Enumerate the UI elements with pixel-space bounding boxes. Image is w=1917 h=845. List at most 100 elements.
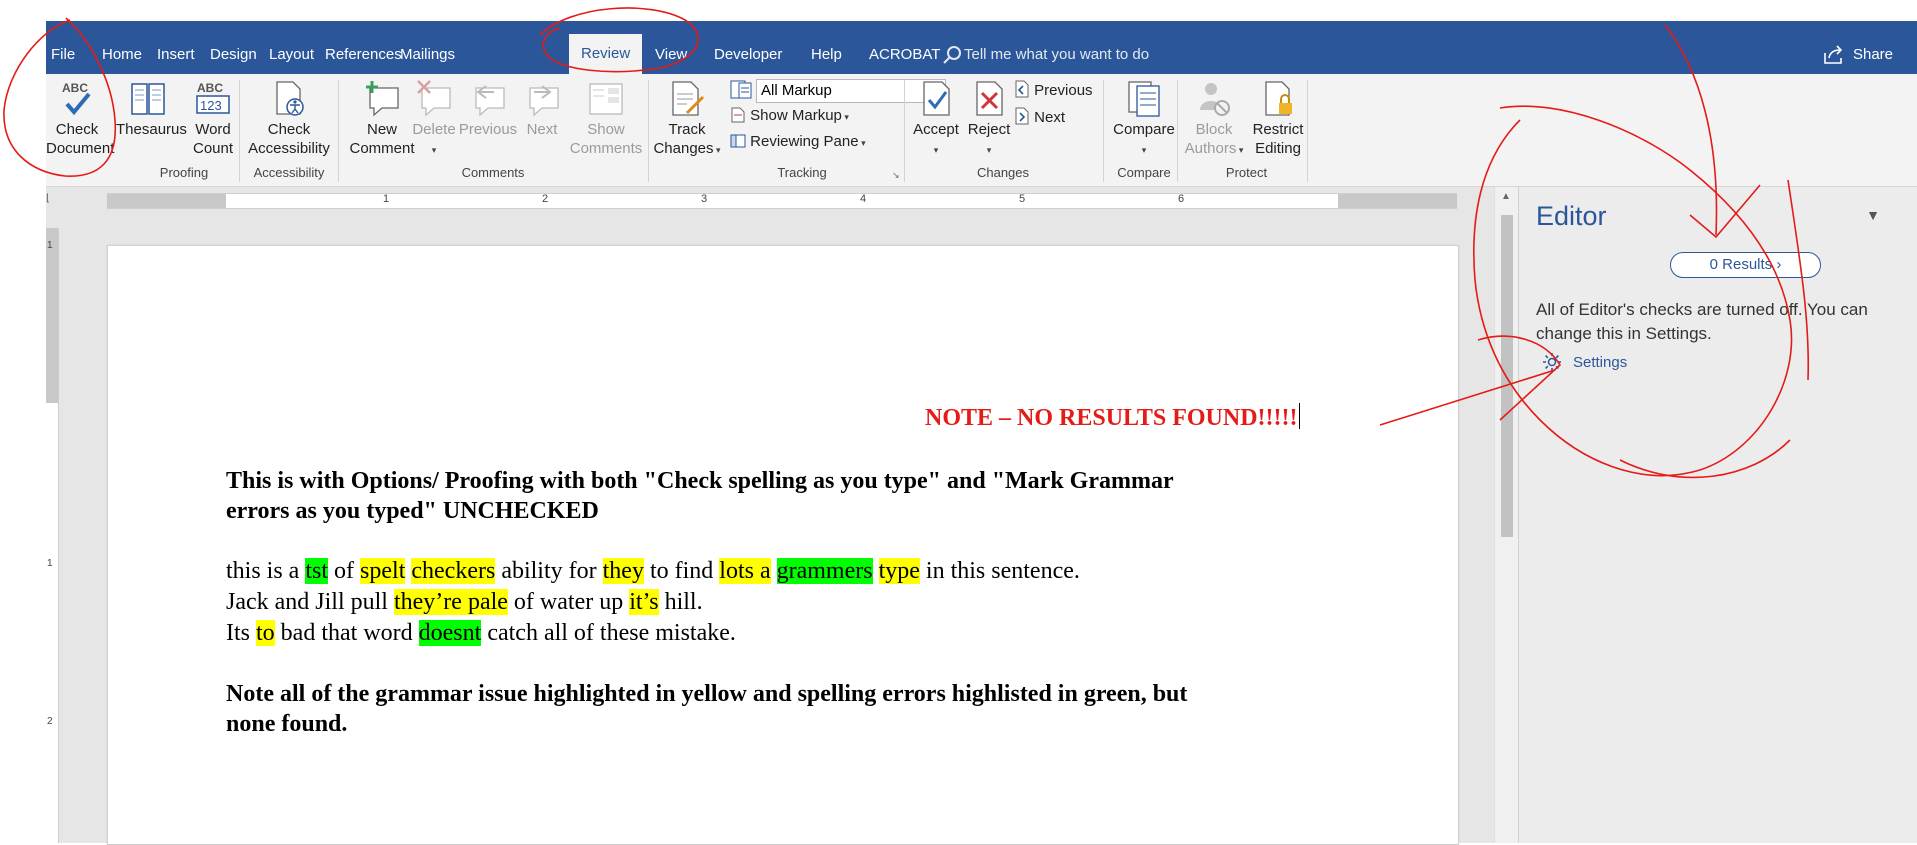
group-separator xyxy=(904,80,905,182)
previous-change-label: Previous xyxy=(1034,82,1093,99)
paragraph-3-line-2: none found. xyxy=(226,711,348,737)
chevron-down-icon: ▾ xyxy=(858,138,866,148)
restrict-editing-button[interactable]: Restrict Editing xyxy=(1246,80,1310,158)
vertical-scrollbar[interactable]: ▲ xyxy=(1494,187,1519,843)
text-run: to find xyxy=(643,558,720,584)
share-button[interactable]: Share xyxy=(1824,21,1893,74)
scroll-up-icon[interactable]: ▲ xyxy=(1501,191,1511,202)
scrollbar-thumb[interactable] xyxy=(1501,215,1513,537)
tab-mailings[interactable]: Mailings xyxy=(400,21,455,74)
editor-title: Editor xyxy=(1536,201,1607,231)
chevron-down-icon: ▾ xyxy=(933,145,939,155)
chevron-down-icon: ▾ xyxy=(986,145,992,155)
ruler-number: 2 xyxy=(542,193,549,205)
restrict-editing-icon xyxy=(1265,81,1292,116)
group-protect-label: Protect xyxy=(1225,165,1268,180)
ruler-number: 5 xyxy=(1019,193,1026,205)
text-run: bad that word xyxy=(274,620,419,646)
tab-acrobat[interactable]: ACROBAT xyxy=(869,21,940,74)
reject-button[interactable]: Reject ▾ xyxy=(962,80,1016,160)
display-for-review-icon xyxy=(730,80,752,99)
chevron-down-icon: ▾ xyxy=(1236,145,1244,155)
tab-review[interactable]: Review xyxy=(569,34,643,74)
word-count-button[interactable]: ABC 123 Word Count xyxy=(184,80,242,158)
show-comments-button[interactable]: Show Comments xyxy=(568,80,644,158)
pane-options-chevron-icon[interactable]: ▼ xyxy=(1866,207,1880,223)
text-run: in this sentence. xyxy=(919,558,1080,584)
sentence-line-2: Jack and Jill pull they’re pale of water… xyxy=(226,587,703,618)
spelling-highlight: grammers xyxy=(776,558,873,584)
tab-design[interactable]: Design xyxy=(210,21,257,74)
block-authors-line2: Authors xyxy=(1184,140,1237,157)
next-change-icon xyxy=(1015,107,1029,125)
gear-icon[interactable] xyxy=(1541,351,1563,373)
editor-pane: Editor ▼ 0 Results › All of Editor's che… xyxy=(1518,187,1917,843)
previous-change-button[interactable]: Previous xyxy=(1014,80,1093,101)
document-page[interactable] xyxy=(107,245,1459,845)
tab-developer[interactable]: Developer xyxy=(714,21,782,74)
next-comment-button[interactable]: Next xyxy=(516,80,568,139)
grammar-highlight: checkers xyxy=(411,558,496,584)
chevron-down-icon: ▾ xyxy=(1141,145,1147,155)
share-label: Share xyxy=(1852,46,1893,63)
delete-comment-icon xyxy=(417,80,451,117)
reviewing-pane-button[interactable]: Reviewing Pane ▾ xyxy=(730,132,866,153)
grammar-highlight: it’s xyxy=(629,589,659,615)
accessibility-icon xyxy=(276,81,304,116)
tab-home[interactable]: Home xyxy=(102,21,142,74)
check-accessibility-button[interactable]: Check Accessibility xyxy=(244,80,334,158)
tab-selector[interactable]: ⌊ xyxy=(46,193,58,207)
accept-button[interactable]: Accept ▾ xyxy=(908,80,964,160)
block-authors-icon xyxy=(1200,83,1230,116)
accept-label: Accept xyxy=(913,121,959,138)
tab-insert[interactable]: Insert xyxy=(157,21,195,74)
group-changes-label: Changes xyxy=(976,165,1030,180)
track-changes-button[interactable]: Track Changes ▾ xyxy=(652,80,722,160)
vertical-ruler[interactable]: 1 1 2 xyxy=(46,228,59,843)
next-change-button[interactable]: Next xyxy=(1014,107,1065,128)
compare-button[interactable]: Compare ▾ xyxy=(1107,80,1181,160)
tab-help[interactable]: Help xyxy=(811,21,842,74)
text-run: catch all of these mistake. xyxy=(481,620,736,646)
text-run xyxy=(771,558,777,584)
results-button[interactable]: 0 Results › xyxy=(1670,252,1821,278)
group-comments-label: Comments xyxy=(461,165,525,180)
tab-references[interactable]: References xyxy=(325,21,402,74)
tab-layout[interactable]: Layout xyxy=(269,21,314,74)
previous-comment-button[interactable]: Previous xyxy=(457,80,519,139)
show-comments-line2: Comments xyxy=(569,140,643,157)
group-separator xyxy=(1307,80,1308,182)
spellcheck-icon: ABC xyxy=(62,81,91,116)
tab-file[interactable]: File xyxy=(51,21,75,74)
horizontal-ruler[interactable]: 1 2 3 4 5 6 xyxy=(107,193,1457,209)
text-run xyxy=(873,558,879,584)
compare-icon xyxy=(1128,81,1160,117)
thesaurus-button[interactable]: Thesaurus xyxy=(116,80,187,139)
ruler-right-margin xyxy=(1338,194,1457,208)
delete-label: Delete xyxy=(412,121,456,138)
ruler-left-margin xyxy=(107,194,226,208)
block-authors-button[interactable]: Block Authors ▾ xyxy=(1183,80,1245,160)
show-markup-icon xyxy=(731,107,745,123)
grammar-highlight: type xyxy=(878,558,920,584)
paragraph-1-line-1: This is with Options/ Proofing with both… xyxy=(226,468,1174,494)
delete-comment-button[interactable]: Delete ▾ xyxy=(406,80,462,160)
tab-view[interactable]: View xyxy=(655,21,687,74)
show-markup-button[interactable]: Show Markup ▾ xyxy=(730,106,849,127)
svg-text:123: 123 xyxy=(200,98,222,113)
tracking-options-launcher-icon[interactable]: ↘ xyxy=(892,170,900,181)
reviewing-pane-label: Reviewing Pane xyxy=(750,133,859,150)
ribbon-tab-bar: File Home Insert Design Layout Mailings … xyxy=(46,21,1917,74)
display-for-review-value: All Markup xyxy=(761,82,832,99)
next-change-label: Next xyxy=(1034,109,1066,126)
tell-me-search[interactable]: Tell me what you want to do xyxy=(943,21,1149,74)
word-count-line1: Word xyxy=(195,121,231,138)
group-compare-label: Compare xyxy=(1117,165,1171,180)
new-comment-icon xyxy=(366,81,399,117)
text-run: of water up xyxy=(507,589,630,615)
check-accessibility-line1: Check xyxy=(267,121,311,138)
check-document-line1: Check xyxy=(55,121,99,138)
settings-link[interactable]: Settings xyxy=(1573,354,1627,371)
text-run: ability for xyxy=(495,558,603,584)
check-document-button[interactable]: ABC Check Document xyxy=(46,80,114,158)
